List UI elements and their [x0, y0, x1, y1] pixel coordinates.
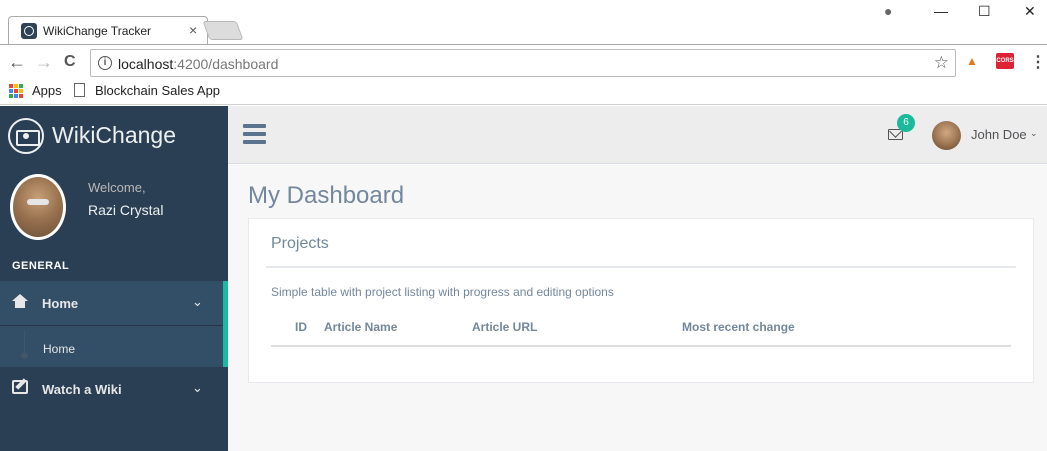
browser-tabbar: WikiChange Tracker × ● — ☐ ✕	[0, 0, 1047, 44]
profile-username: Razi Crystal	[88, 202, 164, 218]
notification-badge: 6	[897, 114, 915, 132]
bookmark-blockchain-sales-app[interactable]: Blockchain Sales App	[95, 83, 220, 98]
maximize-button[interactable]: ☐	[978, 3, 991, 20]
column-header-article-name: Article Name	[324, 320, 398, 334]
column-header-most-recent-change: Most recent change	[682, 320, 795, 334]
bookmark-star-icon[interactable]: ☆	[934, 53, 949, 73]
menu-section-title: GENERAL	[12, 260, 70, 272]
browser-toolbar: ← → C i localhost:4200/dashboard ☆ ▲ COR…	[0, 44, 1047, 80]
chevron-down-icon: ⌄	[192, 380, 203, 395]
tab-close-icon[interactable]: ×	[189, 22, 197, 38]
tab-title: WikiChange Tracker	[43, 24, 152, 38]
user-avatar[interactable]	[932, 121, 961, 150]
welcome-text: Welcome,	[88, 180, 146, 195]
back-arrow-icon[interactable]: ←	[8, 52, 26, 73]
address-bar[interactable]: i localhost:4200/dashboard ☆	[90, 49, 956, 77]
apps-bookmark[interactable]: Apps	[32, 83, 62, 98]
sidebar-item-label: Watch a Wiki	[42, 382, 122, 397]
brand-title: WikiChange	[52, 122, 176, 148]
divider	[266, 266, 1016, 268]
reload-icon[interactable]: C	[64, 53, 76, 71]
menu-toggle-icon[interactable]	[243, 124, 266, 144]
url-text[interactable]: localhost:4200/dashboard	[118, 56, 278, 72]
cors-icon[interactable]: CORS	[996, 53, 1014, 69]
url-path: :4200/dashboard	[173, 56, 279, 72]
browser-tab-active[interactable]: WikiChange Tracker ×	[8, 16, 208, 44]
sidebar: WikiChange Welcome, Razi Crystal GENERAL…	[0, 106, 228, 451]
projects-panel: Projects Simple table with project listi…	[248, 218, 1034, 383]
favicon-icon	[21, 23, 37, 39]
browser-menu-icon[interactable]: ⋮	[1030, 52, 1046, 72]
url-host: localhost	[118, 56, 174, 72]
new-tab-button[interactable]	[202, 21, 244, 40]
submenu-item-home[interactable]: Home	[0, 326, 223, 366]
bookmarks-bar: Apps Blockchain Sales App	[0, 80, 1047, 105]
chevron-down-icon[interactable]: ⌄	[1030, 128, 1038, 139]
close-window-button[interactable]: ✕	[1024, 3, 1036, 20]
profile-avatar	[10, 174, 66, 240]
document-icon	[74, 83, 85, 97]
tree-dot-icon	[21, 352, 28, 359]
apps-grid-icon[interactable]	[9, 84, 23, 98]
minimize-button[interactable]: —	[934, 3, 948, 19]
page-title: My Dashboard	[248, 182, 405, 209]
profile-icon[interactable]: ●	[884, 3, 892, 19]
metamask-icon[interactable]: ▲	[966, 54, 980, 68]
info-icon[interactable]: i	[98, 56, 112, 70]
sidebar-item-watch-a-wiki[interactable]: Watch a Wiki ⌄	[0, 368, 223, 412]
column-header-id: ID	[295, 320, 307, 334]
user-menu-name[interactable]: John Doe	[971, 127, 1027, 142]
tree-line	[24, 330, 25, 354]
column-header-article-url: Article URL	[472, 320, 538, 334]
top-nav: 6 John Doe ⌄	[228, 106, 1047, 164]
home-icon	[12, 294, 28, 313]
main-content: My Dashboard Projects Simple table with …	[228, 165, 1047, 451]
sidebar-item-label: Home	[42, 296, 79, 311]
money-icon	[8, 118, 44, 154]
edit-icon	[12, 380, 28, 399]
panel-title: Projects	[271, 235, 329, 252]
table-header-divider	[271, 345, 1011, 347]
chevron-down-icon: ⌄	[192, 294, 203, 309]
forward-arrow-icon[interactable]: →	[35, 52, 53, 73]
sidebar-item-home[interactable]: Home ⌄	[0, 282, 223, 326]
panel-description: Simple table with project listing with p…	[271, 285, 614, 299]
submenu-item-label: Home	[43, 342, 76, 356]
